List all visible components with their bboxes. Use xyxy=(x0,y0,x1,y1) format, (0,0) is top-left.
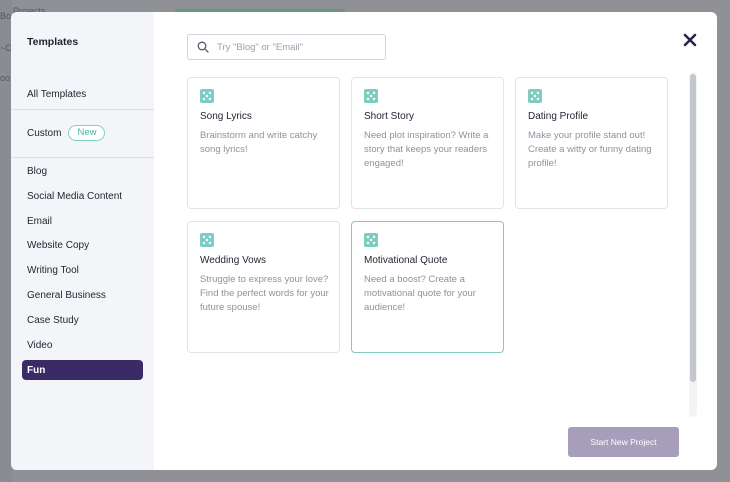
card-description: Need a boost? Create a motivational quot… xyxy=(364,274,476,313)
sidebar-item-blog[interactable]: Blog xyxy=(22,161,143,181)
search-icon xyxy=(197,41,209,53)
templates-modal: Templates All Templates Custom New Blog … xyxy=(11,12,717,470)
sidebar-item-video[interactable]: Video xyxy=(22,335,143,355)
sidebar-item-label: Website Copy xyxy=(27,239,90,251)
template-card-short-story[interactable]: Short Story Need plot inspiration? Write… xyxy=(351,77,504,209)
divider xyxy=(11,157,154,158)
sidebar-item-label: Fun xyxy=(27,364,46,376)
search-input[interactable] xyxy=(217,41,377,53)
sidebar-item-case-study[interactable]: Case Study xyxy=(22,310,143,330)
sidebar-item-label: Video xyxy=(27,339,53,351)
sidebar-item-fun[interactable]: Fun xyxy=(22,360,143,380)
card-description: Brainstorm and write catchy song lyrics! xyxy=(200,130,318,155)
scrollbar[interactable] xyxy=(689,72,697,417)
scrollbar-thumb[interactable] xyxy=(690,74,696,382)
dice-icon xyxy=(364,233,378,247)
dice-icon xyxy=(200,233,214,247)
dice-icon xyxy=(200,89,214,103)
templates-sidebar: Templates All Templates Custom New Blog … xyxy=(11,12,154,470)
sidebar-item-label: Writing Tool xyxy=(27,264,79,276)
background-text: oo xyxy=(0,73,11,83)
sidebar-item-label: Custom xyxy=(27,127,62,139)
sidebar-item-writing-tool[interactable]: Writing Tool xyxy=(22,260,143,280)
dice-icon xyxy=(528,89,542,103)
sidebar-title: Templates xyxy=(27,36,79,48)
sidebar-item-custom[interactable]: Custom New xyxy=(22,123,143,143)
card-title: Dating Profile xyxy=(528,111,589,122)
sidebar-item-label: Email xyxy=(27,215,53,227)
sidebar-item-email[interactable]: Email xyxy=(22,211,143,231)
background-text: ~C xyxy=(0,43,12,53)
template-card-wedding-vows[interactable]: Wedding Vows Struggle to express your lo… xyxy=(187,221,340,353)
sidebar-item-label: Case Study xyxy=(27,314,79,326)
close-icon[interactable] xyxy=(682,32,698,48)
sidebar-item-website-copy[interactable]: Website Copy xyxy=(22,235,143,255)
sidebar-item-label: General Business xyxy=(27,289,106,301)
templates-main: Song Lyrics Brainstorm and write catchy … xyxy=(154,12,717,470)
dice-icon xyxy=(364,89,378,103)
card-description: Struggle to express your love? Find the … xyxy=(200,274,329,313)
template-card-dating-profile[interactable]: Dating Profile Make your profile stand o… xyxy=(515,77,668,209)
sidebar-item-social-media-content[interactable]: Social Media Content xyxy=(22,186,143,206)
search-box[interactable] xyxy=(187,34,386,60)
card-description: Make your profile stand out! Create a wi… xyxy=(528,130,652,169)
sidebar-item-all-templates[interactable]: All Templates xyxy=(22,84,143,104)
sidebar-item-label: Blog xyxy=(27,165,48,177)
sidebar-item-general-business[interactable]: General Business xyxy=(22,285,143,305)
start-new-project-button[interactable]: Start New Project xyxy=(568,427,679,457)
sidebar-item-label: All Templates xyxy=(27,88,87,100)
card-title: Song Lyrics xyxy=(200,111,252,122)
divider xyxy=(11,109,154,110)
background-text: Bo xyxy=(0,11,12,21)
card-title: Short Story xyxy=(364,111,415,122)
template-card-song-lyrics[interactable]: Song Lyrics Brainstorm and write catchy … xyxy=(187,77,340,209)
card-title: Wedding Vows xyxy=(200,255,266,266)
template-card-motivational-quote[interactable]: Motivational Quote Need a boost? Create … xyxy=(351,221,504,353)
card-description: Need plot inspiration? Write a story tha… xyxy=(364,130,489,169)
new-badge: New xyxy=(68,125,106,141)
card-title: Motivational Quote xyxy=(364,255,448,266)
sidebar-item-label: Social Media Content xyxy=(27,190,123,202)
